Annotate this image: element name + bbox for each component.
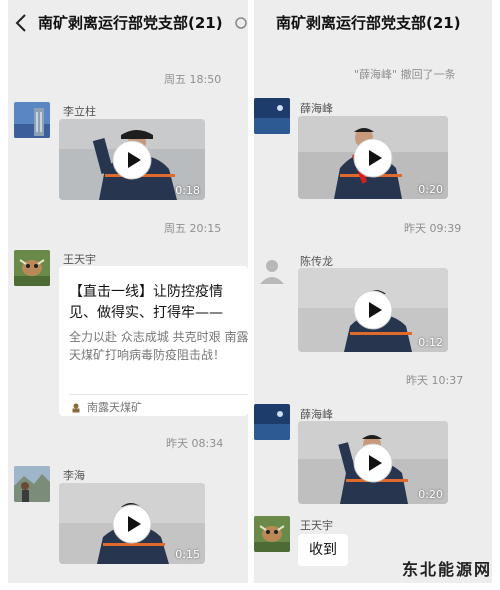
more-icon[interactable] bbox=[234, 16, 248, 30]
text-message[interactable]: 收到 bbox=[298, 534, 348, 566]
video-message[interactable]: 0:15 bbox=[59, 483, 205, 564]
sender-name: 王天宇 bbox=[63, 253, 96, 266]
chat-title: 南矿剥离运行部党支部(21) bbox=[38, 14, 223, 32]
default-avatar-icon[interactable] bbox=[254, 252, 290, 288]
avatar[interactable] bbox=[254, 516, 290, 552]
link-description: 全力以赴 众志成城 共克时艰 南露天煤矿打响病毒防疫阻击战！ bbox=[69, 330, 248, 362]
avatar[interactable] bbox=[14, 466, 50, 502]
message-timestamp: 周五 20:15 bbox=[164, 222, 222, 235]
chat-header: 南矿剥离运行部党支部(21) bbox=[254, 0, 492, 46]
right-chat-screenshot: 南矿剥离运行部党支部(21) "薛海峰" 撤回了一条 薛海峰 0:20 昨天 0… bbox=[254, 0, 492, 583]
avatar[interactable] bbox=[254, 404, 290, 440]
avatar[interactable] bbox=[14, 102, 50, 138]
sender-name: 陈传龙 bbox=[300, 255, 333, 268]
play-icon[interactable] bbox=[112, 140, 152, 180]
play-icon[interactable] bbox=[353, 443, 393, 483]
chat-title: 南矿剥离运行部党支部(21) bbox=[276, 14, 461, 32]
link-source: 南露天煤矿 bbox=[87, 401, 142, 414]
message-timestamp: 昨天 08:34 bbox=[166, 437, 224, 450]
recall-notice: "薛海峰" 撤回了一条 bbox=[354, 68, 456, 81]
sender-name: 王天宇 bbox=[300, 519, 333, 532]
sender-name: 薛海峰 bbox=[300, 408, 333, 421]
video-duration: 0:20 bbox=[418, 488, 443, 501]
video-duration: 0:12 bbox=[418, 336, 443, 349]
chevron-left-icon[interactable] bbox=[14, 13, 28, 33]
link-title: 【直击一线】让防控疫情见、做得实、打得牢—— bbox=[69, 284, 223, 321]
sender-name: 薛海峰 bbox=[300, 102, 333, 115]
play-icon[interactable] bbox=[112, 504, 152, 544]
video-duration: 0:18 bbox=[175, 184, 200, 197]
source-logo-icon bbox=[72, 403, 80, 413]
divider bbox=[69, 394, 248, 395]
chat-header: 南矿剥离运行部党支部(21) bbox=[8, 0, 248, 46]
avatar[interactable] bbox=[254, 98, 290, 134]
sender-name: 李立柱 bbox=[63, 105, 96, 118]
link-card[interactable]: 【直击一线】让防控疫情见、做得实、打得牢—— 全力以赴 众志成城 共克时艰 南露… bbox=[59, 266, 248, 416]
video-duration: 0:20 bbox=[418, 183, 443, 196]
video-message[interactable]: 0:20 bbox=[298, 116, 448, 199]
avatar[interactable] bbox=[14, 250, 50, 286]
video-duration: 0:15 bbox=[175, 548, 200, 561]
message-timestamp: 昨天 09:39 bbox=[404, 222, 462, 235]
play-icon[interactable] bbox=[353, 290, 393, 330]
watermark: 东北能源网 bbox=[401, 560, 492, 579]
video-message[interactable]: 0:20 bbox=[298, 421, 448, 504]
left-chat-screenshot: 南矿剥离运行部党支部(21) 周五 18:50 李立柱 0:18 周五 20:1… bbox=[8, 0, 248, 583]
video-message[interactable]: 0:12 bbox=[298, 268, 448, 352]
play-icon[interactable] bbox=[353, 138, 393, 178]
sender-name: 李海 bbox=[63, 469, 85, 482]
video-message[interactable]: 0:18 bbox=[59, 119, 205, 200]
message-timestamp: 周五 18:50 bbox=[164, 73, 222, 86]
message-timestamp: 昨天 10:37 bbox=[406, 374, 464, 387]
